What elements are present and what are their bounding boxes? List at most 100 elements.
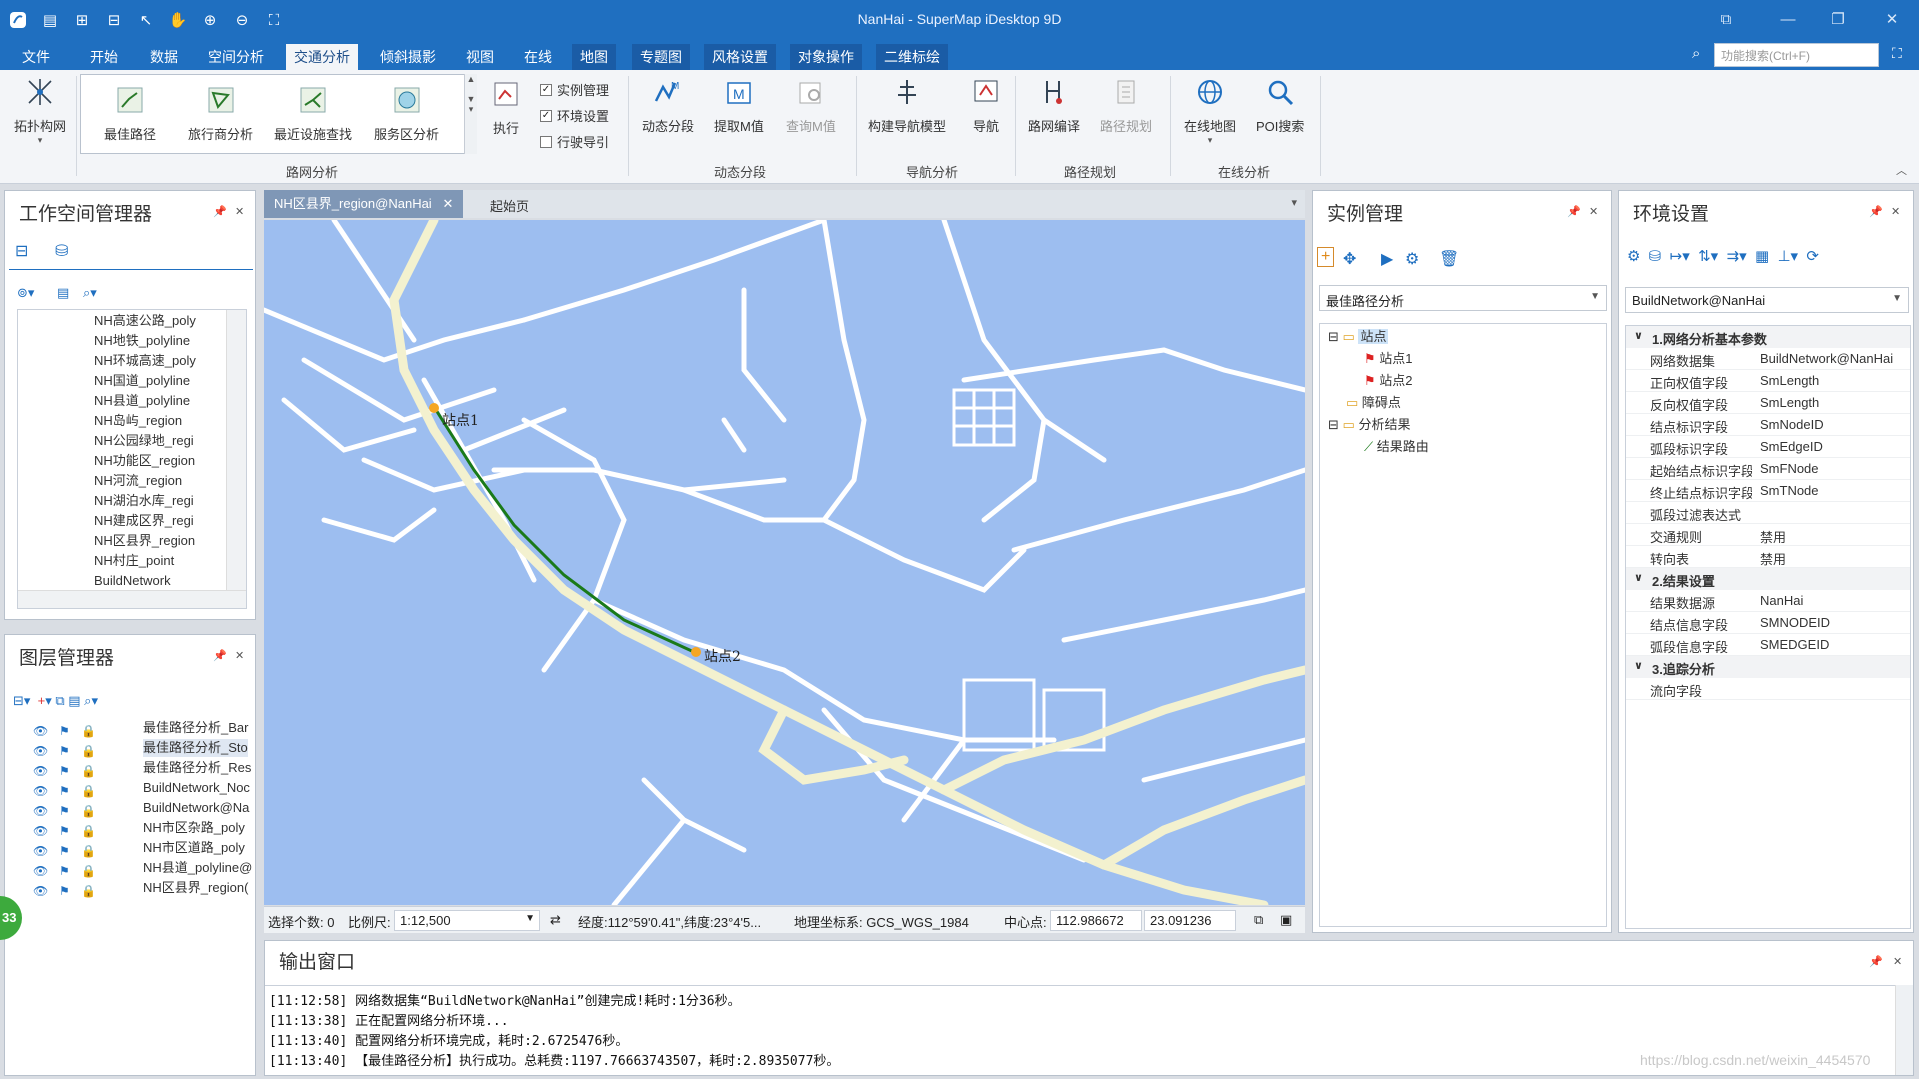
driving-guide-checkbox[interactable]: 行驶导引 <box>540 132 609 151</box>
delete-icon[interactable]: 🗑 <box>1439 249 1459 269</box>
extract-m-button[interactable]: M 提取M值 <box>714 76 764 135</box>
network-compile-button[interactable]: 路网编译 <box>1028 76 1080 135</box>
close-icon[interactable]: ✕ <box>1589 205 1598 218</box>
tab-2d-plotting[interactable]: 二维标绘 <box>876 44 948 70</box>
tab-start-page[interactable]: 起始页 <box>490 196 529 215</box>
tab-online[interactable]: 在线 <box>516 44 560 70</box>
tree-item[interactable]: NH国道_polyline <box>94 372 190 390</box>
layer-item[interactable]: BuildNetwork@Na <box>143 799 249 817</box>
tree-item[interactable]: NH湖泊水库_regi <box>94 492 194 510</box>
prop-row[interactable]: 交通规则 禁用 <box>1626 524 1910 546</box>
tree-item[interactable]: NH河流_region <box>94 472 182 490</box>
properties-icon[interactable]: ▤ <box>57 285 69 301</box>
editable-lock-icon[interactable]: 🔒 🔒 🔒 🔒 🔒 🔒 🔒 🔒 🔒 <box>81 721 96 901</box>
tree-item[interactable]: NH环城高速_poly <box>94 352 196 370</box>
prop-row[interactable]: 结果数据源 NanHai <box>1626 590 1910 612</box>
close-icon[interactable]: ✕ <box>1891 205 1900 218</box>
prop-row[interactable]: 流向字段 <box>1626 678 1910 700</box>
run-icon[interactable]: ▶ <box>1381 249 1393 269</box>
tree-node-station1[interactable]: ⚑ 站点1 <box>1364 350 1413 368</box>
closest-facility-button[interactable]: 最近设施查找 <box>274 84 352 143</box>
best-path-button[interactable]: 最佳路径 <box>104 84 156 143</box>
map-canvas[interactable]: 站点1 站点2 <box>264 220 1305 905</box>
tree-item[interactable]: NH县道_polyline <box>94 392 190 410</box>
tsp-analysis-button[interactable]: 旅行商分析 <box>188 84 253 143</box>
pin-icon[interactable]: 📌 <box>213 649 227 662</box>
layer-item[interactable]: NH市区杂路_poly <box>143 819 245 837</box>
tree-item[interactable]: NH村庄_point <box>94 552 174 570</box>
scale-select[interactable]: 1:12,500 ▼ <box>394 910 540 931</box>
restore-layout-icon[interactable]: ⧉ <box>1706 6 1746 32</box>
tree-node-barriers[interactable]: ▭ 障碍点 <box>1346 394 1401 412</box>
layer-item[interactable]: BuildNetwork_Noc <box>143 779 250 797</box>
pin-icon[interactable]: 📌 <box>1869 205 1883 218</box>
minimize-button[interactable]: — <box>1768 6 1808 32</box>
tab-object-operations[interactable]: 对象操作 <box>790 44 862 70</box>
search-icon[interactable]: ⌕▾ <box>83 285 97 301</box>
layer-item[interactable]: 最佳路径分析_Res <box>143 759 251 777</box>
tree-item[interactable]: NH地铁_polyline <box>94 332 190 350</box>
resource-tab-icon[interactable]: ⛁ <box>55 241 68 261</box>
collapse-ribbon-icon[interactable]: ︿ <box>1896 162 1907 178</box>
center-x-field[interactable]: 112.986672 <box>1050 910 1142 931</box>
tree-item[interactable]: BuildNetwork <box>94 572 171 590</box>
tree-item[interactable]: NH高速公路_poly <box>94 312 196 330</box>
workspace-tab-icon[interactable]: ⊟ <box>15 241 28 261</box>
tree-hscrollbar[interactable] <box>18 590 246 608</box>
swap-icon[interactable]: ⇄ <box>550 912 561 928</box>
layer-item[interactable]: NH市区道路_poly <box>143 839 245 857</box>
prop-row[interactable]: 正向权值字段 SmLength <box>1626 370 1910 392</box>
prop-category[interactable]: ∨ 3.追踪分析 <box>1626 656 1910 678</box>
tab-list-dropdown-icon[interactable]: ▾ <box>1291 196 1297 209</box>
tree-item[interactable]: NH功能区_region <box>94 452 195 470</box>
layer-item[interactable]: 最佳路径分析_Bar <box>143 719 248 737</box>
prop-row[interactable]: 弧段过滤表达式 <box>1626 502 1910 524</box>
prop-row[interactable]: 转向表 禁用 <box>1626 546 1910 568</box>
tree-item[interactable]: NH公园绿地_regi <box>94 432 194 450</box>
move-icon[interactable]: ✥ <box>1343 249 1356 269</box>
tab-map[interactable]: 地图 <box>572 44 616 70</box>
output-scrollbar[interactable] <box>1895 985 1913 1075</box>
open-icon[interactable]: ⊚▾ <box>17 285 34 301</box>
paste-icon[interactable]: ▣ <box>1280 912 1292 928</box>
tree-item[interactable]: NH建成区界_regi <box>94 512 194 530</box>
layer-item[interactable]: NH区县界_region( <box>143 879 248 897</box>
add-icon[interactable]: + <box>1317 247 1335 267</box>
prop-row[interactable]: 弧段信息字段 SMEDGEID <box>1626 634 1910 656</box>
online-map-button[interactable]: 在线地图 ▾ <box>1184 76 1236 146</box>
tab-oblique-photo[interactable]: 倾斜摄影 <box>372 44 444 70</box>
prop-row[interactable]: 弧段标识字段 SmEdgeID <box>1626 436 1910 458</box>
copy-icon[interactable]: ⧉ <box>1254 912 1263 928</box>
tab-data[interactable]: 数据 <box>142 44 186 70</box>
query-m-button[interactable]: 查询M值 <box>786 76 836 135</box>
tree-item[interactable]: NH岛屿_region <box>94 412 182 430</box>
prop-category[interactable]: ∨ 2.结果设置 <box>1626 568 1910 590</box>
selectable-icon[interactable]: ⚑ ⚑ ⚑ ⚑ ⚑ ⚑ ⚑ ⚑ ⚑ <box>59 721 70 901</box>
close-icon[interactable]: ✕ <box>1893 955 1902 968</box>
tree-node-results[interactable]: ⊟ ▭ 分析结果 <box>1328 416 1410 434</box>
tab-style-settings[interactable]: 风格设置 <box>704 44 776 70</box>
prop-row[interactable]: 结点信息字段 SMNODEID <box>1626 612 1910 634</box>
layer-item[interactable]: 最佳路径分析_Sto <box>143 739 248 757</box>
prop-row[interactable]: 反向权值字段 SmLength <box>1626 392 1910 414</box>
dynamic-segment-button[interactable]: M 动态分段 <box>642 76 694 135</box>
service-area-button[interactable]: 服务区分析 <box>374 84 439 143</box>
close-icon[interactable]: ✕ <box>235 649 244 662</box>
topology-build-button[interactable]: 拓扑构网 ▾ <box>14 76 66 146</box>
poi-search-button[interactable]: POI搜索 <box>1256 76 1304 135</box>
tab-start[interactable]: 开始 <box>82 44 126 70</box>
maximize-button[interactable]: ❐ <box>1818 6 1858 32</box>
tab-spatial-analysis[interactable]: 空间分析 <box>200 44 272 70</box>
tree-node-station2[interactable]: ⚑ 站点2 <box>1364 372 1413 390</box>
env-toolbar[interactable]: ⚙ ⛁ ↦▾ ⇅▾ ⇉▾ ▦ ⊥▾ ⟳ <box>1627 247 1819 265</box>
analysis-type-select[interactable]: 最佳路径分析 ▼ <box>1319 285 1607 311</box>
execute-button[interactable]: 执行 <box>490 78 522 137</box>
tab-traffic-analysis[interactable]: 交通分析 <box>286 44 358 70</box>
env-settings-checkbox[interactable]: ✓ 环境设置 <box>540 106 609 125</box>
tree-node-stations[interactable]: ⊟ ▭ 站点 <box>1328 328 1389 346</box>
close-icon[interactable]: ✕ <box>235 205 244 218</box>
prop-row[interactable]: 网络数据集 BuildNetwork@NanHai <box>1626 348 1910 370</box>
function-search-input[interactable]: 功能搜索(Ctrl+F) <box>1714 43 1879 67</box>
prop-row[interactable]: 结点标识字段 SmNodeID <box>1626 414 1910 436</box>
tree-item[interactable]: NH区县界_region <box>94 532 195 550</box>
